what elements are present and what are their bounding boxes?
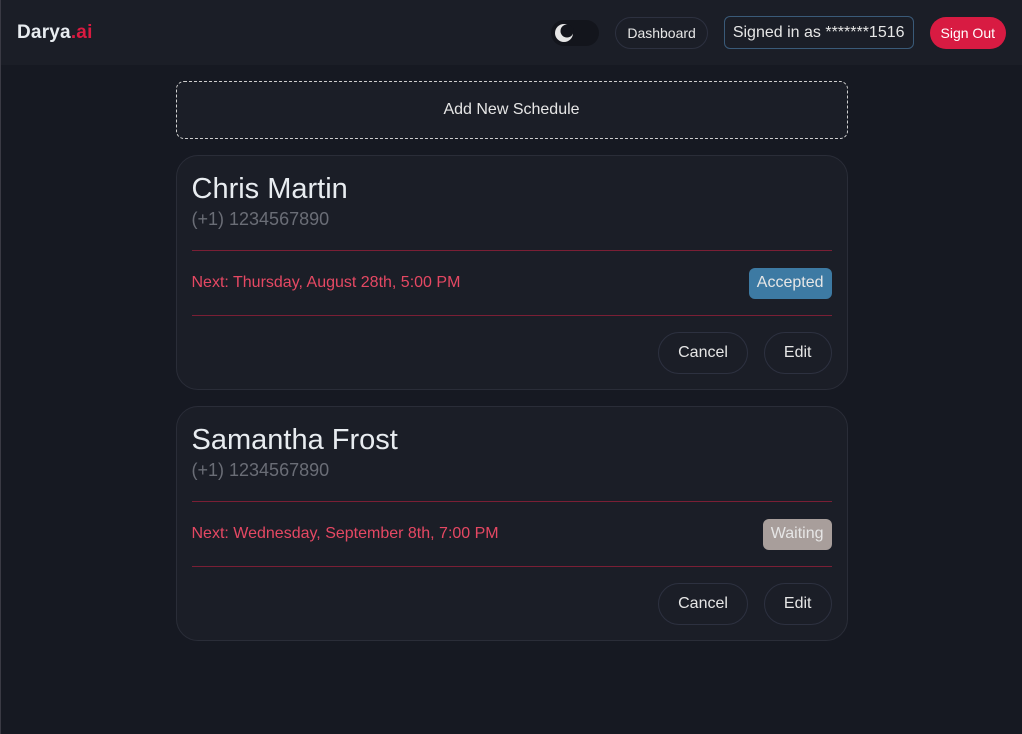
cancel-button[interactable]: Cancel: [658, 332, 748, 374]
next-schedule-row: Next: Wednesday, September 8th, 7:00 PM …: [192, 502, 832, 566]
edit-button[interactable]: Edit: [763, 332, 832, 374]
divider: [191, 566, 832, 567]
sign-out-button[interactable]: Sign Out: [929, 16, 1006, 49]
contact-name: Chris Martin: [191, 173, 348, 205]
next-schedule-text: Next: Wednesday, September 8th, 7:00 PM: [191, 525, 499, 542]
schedule-card: Chris Martin (+1) 1234567890 Next: Thurs…: [175, 155, 848, 390]
add-new-schedule-button[interactable]: Add New Schedule: [175, 81, 848, 139]
navbar: Darya.ai Dashboard Signed in as *******1…: [1, 0, 1022, 65]
card-actions: Cancel Edit: [192, 332, 832, 374]
edit-button[interactable]: Edit: [763, 583, 832, 625]
status-badge: Accepted: [748, 267, 832, 299]
divider: [191, 315, 832, 316]
theme-toggle[interactable]: [551, 19, 600, 46]
card-actions: Cancel Edit: [192, 583, 832, 625]
brand-suffix: .ai: [70, 21, 93, 43]
moon-icon: [553, 22, 575, 44]
cancel-button[interactable]: Cancel: [658, 583, 748, 625]
schedule-card: Samantha Frost (+1) 1234567890 Next: Wed…: [175, 406, 848, 641]
brand-logo[interactable]: Darya.ai: [17, 22, 93, 44]
signed-in-indicator: Signed in as *******1516: [723, 16, 914, 49]
contact-phone: (+1) 1234567890: [191, 209, 330, 229]
schedule-list: Add New Schedule Chris Martin (+1) 12345…: [175, 81, 848, 641]
contact-phone: (+1) 1234567890: [191, 460, 330, 480]
next-schedule-text: Next: Thursday, August 28th, 5:00 PM: [191, 274, 461, 291]
nav-actions: Dashboard Signed in as *******1516 Sign …: [551, 16, 1006, 49]
next-schedule-row: Next: Thursday, August 28th, 5:00 PM Acc…: [192, 251, 832, 315]
status-badge: Waiting: [762, 518, 832, 550]
dashboard-button[interactable]: Dashboard: [615, 16, 708, 49]
brand-name: Darya: [17, 21, 71, 43]
contact-name: Samantha Frost: [191, 424, 398, 456]
